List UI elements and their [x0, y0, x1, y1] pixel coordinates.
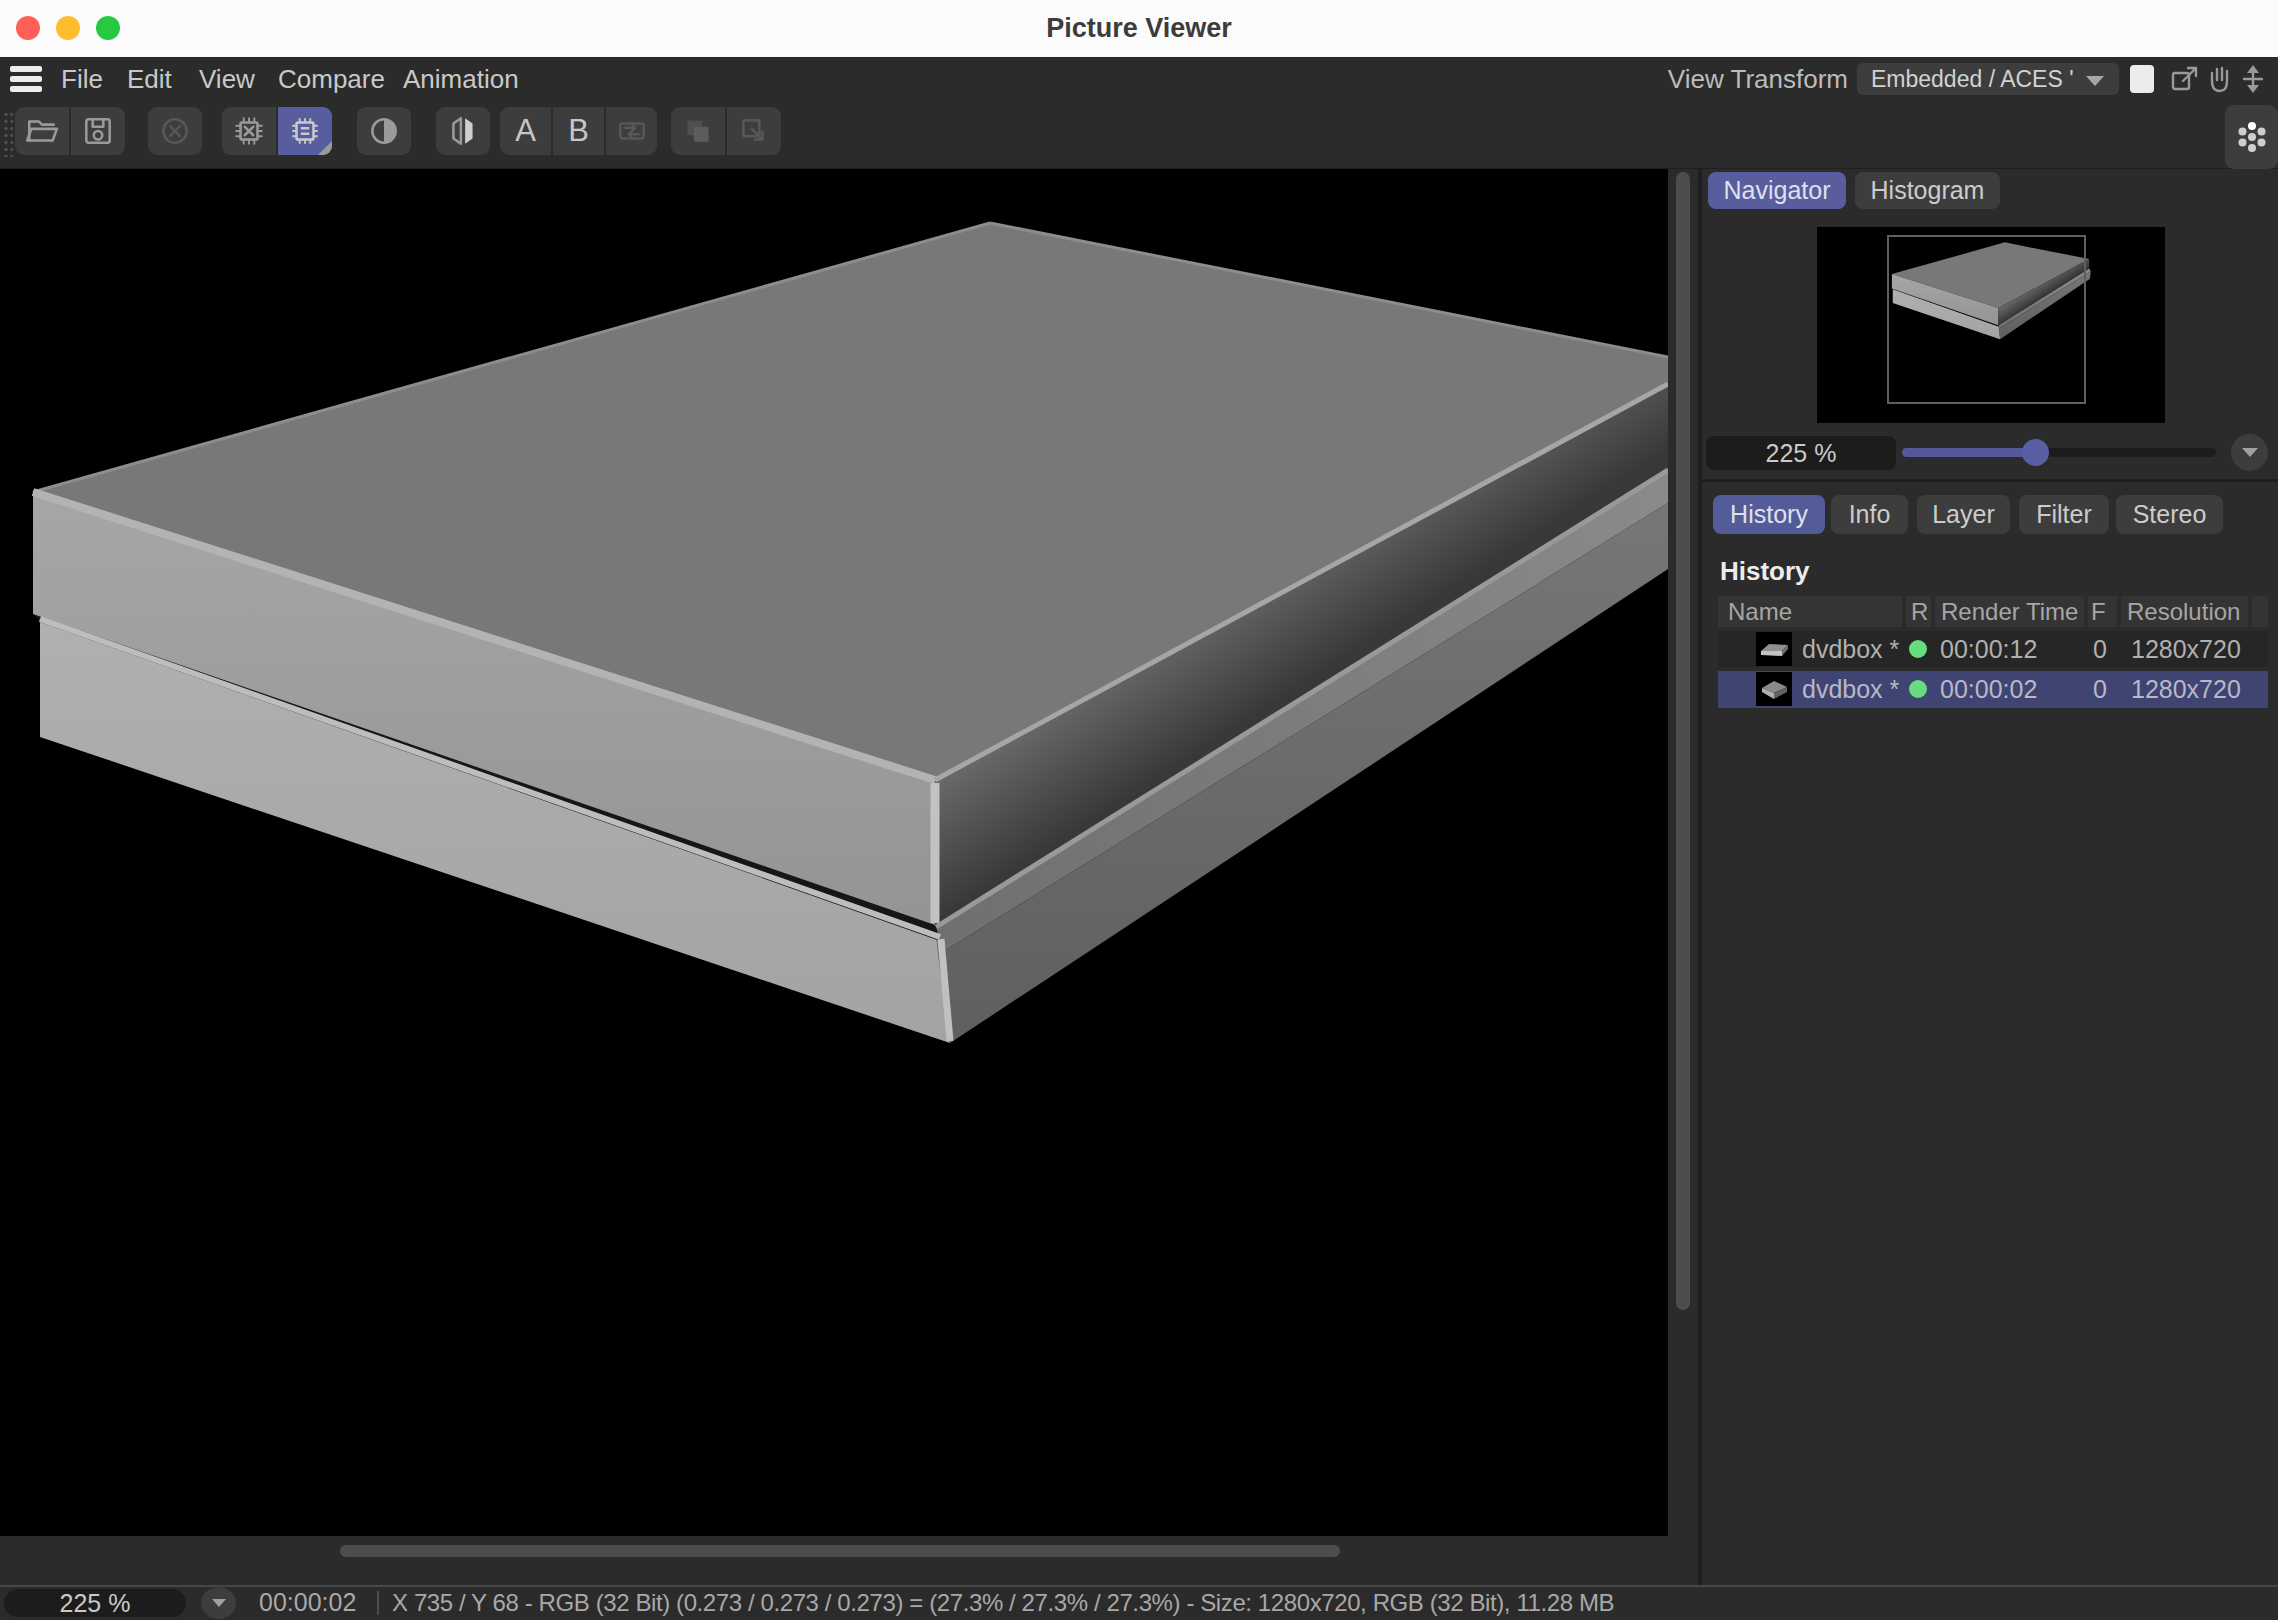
column-header-extra [2252, 596, 2268, 627]
render-settings-button[interactable] [2225, 105, 2278, 169]
statusbar-zoom-value[interactable]: 225 % [4, 1589, 186, 1617]
vertical-scrollbar-thumb[interactable] [1676, 172, 1690, 1310]
tab-stereo[interactable]: Stereo [2116, 495, 2223, 534]
history-row-thumbnail [1756, 672, 1792, 706]
history-row-render-time: 00:00:12 [1940, 631, 2037, 667]
toolbar-drag-handle[interactable] [3, 111, 13, 157]
dvdbox-render [33, 223, 1668, 1043]
open-external-icon[interactable] [2170, 64, 2200, 94]
history-row-resolution: 1280x720 [2131, 631, 2241, 667]
status-dot-icon [1909, 640, 1927, 658]
swap-ab-button[interactable] [606, 107, 657, 155]
tab-history[interactable]: History [1713, 495, 1825, 534]
tab-filter[interactable]: Filter [2019, 495, 2109, 534]
compare-contrast-button[interactable] [357, 107, 411, 155]
statusbar-separator [377, 1591, 379, 1615]
history-row-name: dvdbox * [1802, 631, 1899, 667]
horizontal-scrollbar-track[interactable] [0, 1536, 1668, 1585]
history-row[interactable]: dvdbox * 00:00:12 0 1280x720 [1718, 631, 2268, 667]
statusbar-pixel-info: X 735 / Y 68 - RGB (32 Bit) (0.273 / 0.2… [392, 1585, 1614, 1620]
column-header-render-time[interactable]: Render Time [1935, 596, 2084, 627]
save-button[interactable] [71, 107, 125, 155]
image-viewport[interactable] [0, 169, 1668, 1536]
tab-histogram[interactable]: Histogram [1855, 172, 2000, 209]
render-region-button[interactable] [222, 107, 276, 155]
statusbar-zoom-dropdown[interactable] [201, 1587, 236, 1619]
menu-view[interactable]: View [199, 57, 255, 101]
column-header-f[interactable]: F [2088, 596, 2117, 627]
menu-edit[interactable]: Edit [127, 57, 172, 101]
history-row-resolution: 1280x720 [2131, 671, 2241, 708]
history-row-render-time: 00:00:02 [1940, 671, 2037, 708]
copy-image-button[interactable] [671, 107, 725, 155]
chevron-down-icon [212, 1599, 226, 1607]
history-row-frame: 0 [2087, 631, 2107, 667]
tab-navigator[interactable]: Navigator [1708, 172, 1846, 209]
rendered-image [0, 169, 1668, 1536]
chevron-down-icon [2242, 448, 2258, 457]
chevron-down-icon [2086, 76, 2104, 86]
history-row-selected[interactable]: dvdbox * 00:00:02 0 1280x720 [1718, 671, 2268, 708]
menu-file[interactable]: File [61, 57, 103, 101]
history-row-name: dvdbox * [1802, 671, 1899, 708]
history-row-thumbnail [1756, 632, 1792, 666]
toggle-panel-icon[interactable] [2130, 65, 2154, 93]
status-dot-icon [1909, 680, 1927, 698]
vertical-move-icon[interactable] [2238, 64, 2268, 94]
column-header-name[interactable]: Name [1718, 596, 1902, 627]
ab-flip-button[interactable] [436, 107, 490, 155]
view-transform-select[interactable]: Embedded / ACES ' [1857, 63, 2119, 95]
column-header-r[interactable]: R [1906, 596, 1931, 627]
toolbar: A B [0, 101, 2278, 169]
hand-pan-icon[interactable] [2204, 64, 2234, 94]
navigator-preview-image [1892, 242, 2091, 339]
navigator-preview[interactable] [1817, 227, 2165, 423]
statusbar-render-time: 00:00:02 [259, 1585, 356, 1620]
section-separator [1702, 479, 2278, 482]
panel-separator [1698, 169, 1702, 1585]
navigator-zoom-value[interactable]: 225 % [1706, 436, 1896, 470]
tab-layer[interactable]: Layer [1917, 495, 2010, 534]
use-as-filter-button[interactable] [727, 107, 781, 155]
zoom-slider-handle[interactable] [2022, 439, 2049, 466]
zoom-slider-track-filled[interactable] [1902, 448, 2035, 457]
tab-info[interactable]: Info [1831, 495, 1908, 534]
menu-bar: File Edit View Compare Animation View Tr… [0, 57, 2278, 101]
history-heading: History [1720, 556, 1810, 587]
molecule-icon [2231, 116, 2273, 158]
horizontal-scrollbar-thumb[interactable] [340, 1545, 1340, 1557]
hamburger-menu-icon[interactable] [10, 66, 42, 92]
corner-fold [318, 141, 332, 155]
picture-viewer-window: Picture Viewer File Edit View Compare An… [0, 0, 2278, 1620]
window-title: Picture Viewer [0, 0, 2278, 57]
menu-compare[interactable]: Compare [278, 57, 385, 101]
menu-animation[interactable]: Animation [403, 57, 519, 101]
stop-render-button[interactable] [148, 107, 202, 155]
render-all-button[interactable] [278, 107, 332, 155]
open-button[interactable] [15, 107, 69, 155]
image-b-button[interactable]: B [553, 107, 604, 155]
view-transform-label: View Transform [1668, 57, 1848, 101]
image-a-button[interactable]: A [500, 107, 551, 155]
column-header-resolution[interactable]: Resolution [2121, 596, 2248, 627]
history-row-frame: 0 [2087, 671, 2107, 708]
zoom-preset-dropdown[interactable] [2231, 434, 2268, 471]
zoom-slider-track[interactable] [2035, 448, 2216, 457]
title-bar: Picture Viewer [0, 0, 2278, 57]
